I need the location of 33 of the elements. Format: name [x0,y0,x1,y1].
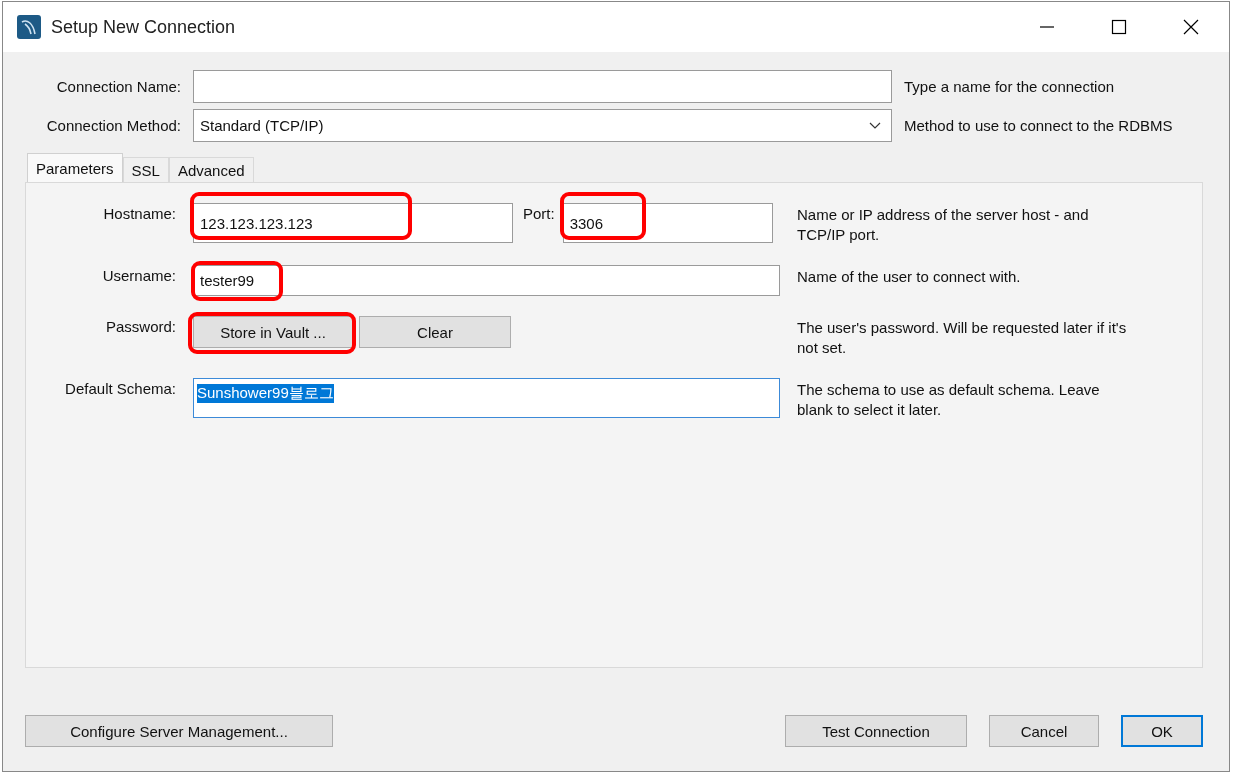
chevron-down-icon [869,121,881,130]
connection-name-label: Connection Name: [55,78,181,95]
password-button[interactable]: Store in Vault ... [193,316,353,348]
tab[interactable]: Advanced [168,157,254,182]
hostname-label: Hostname: [102,204,176,222]
connection-name-hint: Type a name for the connection [904,78,1116,95]
tab[interactable]: SSL [122,157,169,182]
password-button[interactable]: Clear [359,316,511,348]
port-field[interactable]: 3306 [562,203,773,243]
test-connection-button[interactable]: Test Connection [785,715,967,747]
username-field[interactable]: tester99 [193,265,780,296]
password-hint: The user's password. Will be requested later if it's not set. [797,318,1128,358]
close-icon[interactable] [1183,19,1199,35]
maximize-icon[interactable] [1111,19,1127,35]
username-hint: Name of the user to connect with. [797,267,1022,287]
default-schema-hint: The schema to use as default schema. Leave blank to select it later. [797,380,1101,420]
hostname-port-hint: Name or IP address of the server host - and TCP/IP port. [797,205,1090,245]
app-logo-icon [17,15,41,39]
connection-method-label: Connection Method: [45,117,181,134]
default-schema-label: Default Schema: [64,379,176,397]
connection-method-hint: Method to use to connect to the RDBMS [904,117,1174,134]
connection-method-dropdown[interactable]: Standard (TCP/IP) [193,109,892,142]
window-title: Setup New Connection [51,16,236,38]
configure-server-button[interactable]: Configure Server Management... [25,715,333,747]
hostname-field[interactable]: 123.123.123.123 [193,203,513,243]
tab[interactable]: Parameters [27,153,123,182]
connection-name-field[interactable] [193,70,892,103]
port-label: Port: [523,205,555,222]
ok-button[interactable]: OK [1121,715,1203,747]
default-schema-field[interactable]: Sunshower99블로그 [193,378,780,418]
username-label: Username: [101,266,176,284]
password-label: Password: [104,317,176,335]
cancel-button[interactable]: Cancel [989,715,1099,747]
